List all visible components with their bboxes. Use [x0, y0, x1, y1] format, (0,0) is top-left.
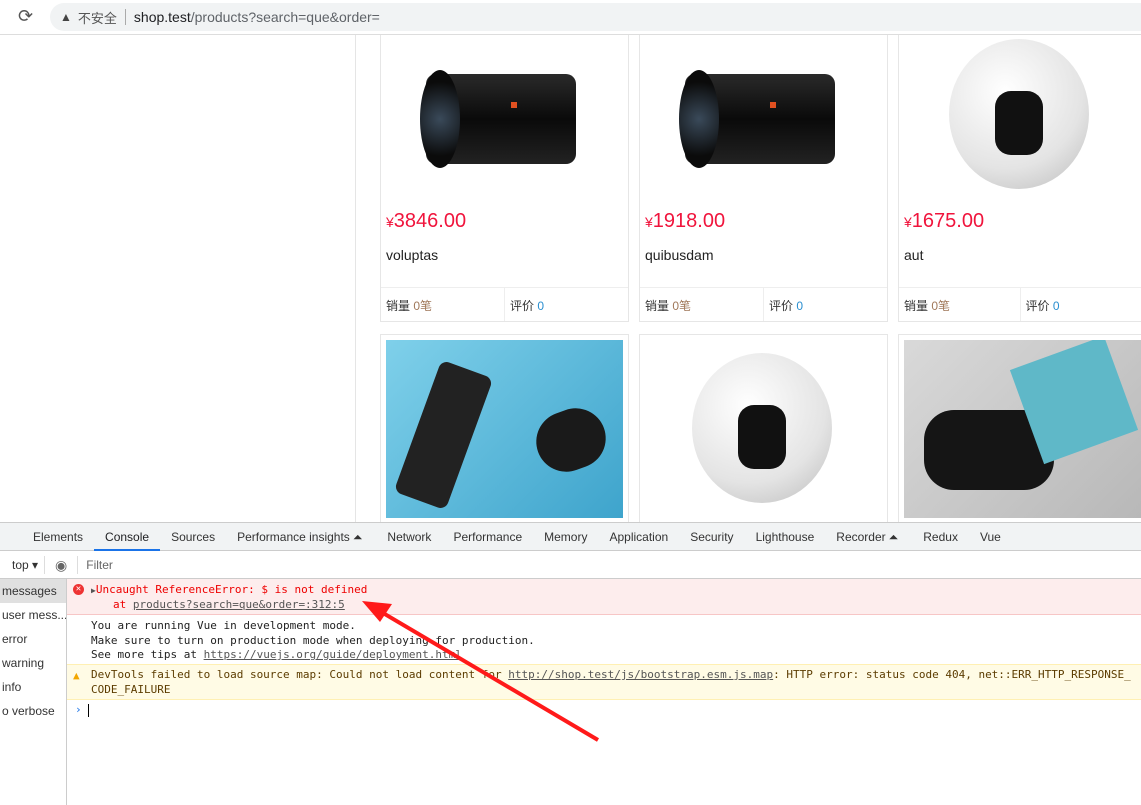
- console-info: You are running Vue in development mode.…: [67, 615, 1141, 664]
- tab-vue[interactable]: Vue: [969, 523, 1012, 551]
- sales-count: 销量 0笔: [899, 288, 1020, 321]
- experiment-flask-icon: ⏶: [353, 523, 377, 551]
- product-image[interactable]: [386, 340, 623, 518]
- tab-network[interactable]: Network: [376, 523, 442, 551]
- filter-sidebar: [0, 35, 356, 522]
- sidebar-item-warning[interactable]: warning: [0, 651, 66, 675]
- url-host: shop.test: [134, 9, 191, 25]
- tab-performance[interactable]: Performance: [442, 523, 533, 551]
- tab-application[interactable]: Application: [598, 523, 679, 551]
- product-price: ¥3846.00: [381, 204, 628, 233]
- address-bar-area: ⟳ ▲ 不安全 shop.test/products?search=que&or…: [0, 0, 1141, 35]
- devtools-tabs: ElementsConsoleSourcesPerformance insigh…: [0, 523, 1141, 551]
- product-card[interactable]: [380, 334, 629, 522]
- review-count: 评价 0: [1020, 288, 1141, 321]
- page-content: ¥3846.00 voluptas 销量 0笔评价 0 ¥1918.00 qui…: [0, 35, 1141, 522]
- source-map-link[interactable]: http://shop.test/js/bootstrap.esm.js.map: [508, 668, 773, 681]
- error-at: at: [113, 598, 133, 611]
- product-image[interactable]: [381, 35, 628, 204]
- tab-lighthouse[interactable]: Lighthouse: [745, 523, 826, 551]
- product-card[interactable]: ¥3846.00 voluptas 销量 0笔评价 0: [380, 35, 629, 322]
- reload-icon[interactable]: ⟳: [18, 6, 33, 27]
- product-image[interactable]: [640, 35, 887, 204]
- info-line: You are running Vue in development mode.: [91, 619, 1141, 634]
- tab-recorder[interactable]: Recorder: [825, 523, 896, 551]
- sidebar-item-verbose[interactable]: o verbose: [0, 699, 66, 723]
- review-count: 评价 0: [504, 288, 628, 321]
- console-prompt[interactable]: ›: [67, 700, 1141, 720]
- error-message: Uncaught ReferenceError: $ is not define…: [96, 583, 368, 596]
- divider: [125, 9, 126, 25]
- review-count: 评价 0: [763, 288, 887, 321]
- tab-sources[interactable]: Sources: [160, 523, 226, 551]
- product-price: ¥1918.00: [640, 204, 887, 233]
- error-source-link[interactable]: products?search=que&order=:312:5: [133, 598, 345, 611]
- product-image[interactable]: [640, 335, 887, 522]
- info-line: Make sure to turn on production mode whe…: [91, 634, 1141, 649]
- warning-text: DevTools failed to load source map: Coul…: [91, 668, 508, 681]
- sales-count: 销量 0笔: [381, 288, 504, 321]
- console-sidebar: messages user mess... error warning info…: [0, 579, 67, 805]
- product-card[interactable]: ¥1675.00 aut 销量 0笔评价 0: [898, 35, 1141, 322]
- security-label[interactable]: 不安全: [78, 8, 117, 27]
- console-log: ✕ ▶Uncaught ReferenceError: $ is not def…: [67, 579, 1141, 720]
- console-warning: ▲ DevTools failed to load source map: Co…: [67, 664, 1141, 700]
- sidebar-item-error[interactable]: error: [0, 627, 66, 651]
- url-path: /products?search=que&order=: [191, 9, 380, 25]
- warning-icon[interactable]: ▲: [60, 10, 72, 24]
- tab-elements[interactable]: Elements: [22, 523, 94, 551]
- error-icon: ✕: [73, 584, 84, 595]
- tab-redux[interactable]: Redux: [912, 523, 969, 551]
- eye-icon[interactable]: ◉: [45, 556, 78, 574]
- product-name[interactable]: quibusdam: [640, 233, 887, 287]
- product-image[interactable]: [904, 340, 1141, 518]
- info-line: See more tips at: [91, 648, 204, 661]
- experiment-flask-icon: ⏶: [889, 523, 913, 551]
- vue-docs-link[interactable]: https://vuejs.org/guide/deployment.html: [204, 648, 462, 661]
- console-toolbar: top ▾ ◉ Filter: [0, 552, 1141, 579]
- filter-input[interactable]: Filter: [78, 558, 1141, 572]
- url-bar[interactable]: ▲ 不安全 shop.test/products?search=que&orde…: [50, 3, 1141, 31]
- sidebar-item-messages[interactable]: messages: [0, 579, 66, 603]
- warning-icon: ▲: [73, 668, 80, 683]
- product-name[interactable]: voluptas: [381, 233, 628, 287]
- sales-count: 销量 0笔: [640, 288, 763, 321]
- product-card[interactable]: [639, 334, 888, 522]
- product-price: ¥1675.00: [899, 204, 1141, 233]
- product-image[interactable]: [899, 35, 1141, 204]
- console-error[interactable]: ✕ ▶Uncaught ReferenceError: $ is not def…: [67, 579, 1141, 615]
- devtools-panel: ElementsConsoleSourcesPerformance insigh…: [0, 522, 1141, 804]
- tab-security[interactable]: Security: [679, 523, 744, 551]
- product-name[interactable]: aut: [899, 233, 1141, 287]
- tab-performance-insights[interactable]: Performance insights: [226, 523, 361, 551]
- product-card[interactable]: ¥1918.00 quibusdam 销量 0笔评价 0: [639, 35, 888, 322]
- sidebar-item-info[interactable]: info: [0, 675, 66, 699]
- sidebar-item-user-messages[interactable]: user mess...: [0, 603, 66, 627]
- tab-memory[interactable]: Memory: [533, 523, 598, 551]
- product-card[interactable]: [898, 334, 1141, 522]
- tab-console[interactable]: Console: [94, 523, 160, 551]
- context-selector[interactable]: top ▾: [0, 556, 45, 574]
